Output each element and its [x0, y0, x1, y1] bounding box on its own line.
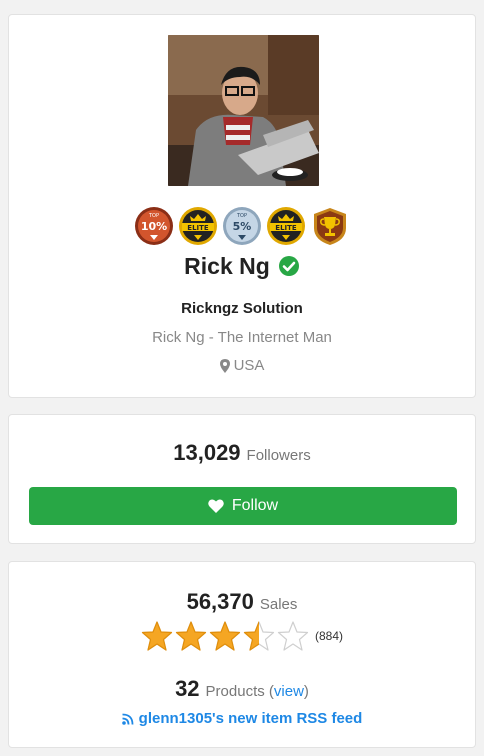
- stats-card: 56,370 Sales (884) 32 Products (view) gl…: [8, 561, 476, 748]
- author-name: Rick Ng: [184, 252, 270, 279]
- products-label: Products (view): [205, 683, 309, 700]
- follow-button[interactable]: Follow: [29, 487, 457, 525]
- verified-check-icon: [278, 256, 299, 276]
- follow-card: 13,029 Followers Follow: [8, 414, 476, 544]
- star-full-icon: [141, 621, 173, 651]
- badge-text: ELITE: [275, 224, 297, 232]
- badge-list: TOP 10% ELITE TOP 5% ELITE: [9, 206, 475, 246]
- top-10-percent-badge-icon[interactable]: TOP 10%: [134, 206, 174, 246]
- badge-text: 10%: [141, 220, 167, 233]
- badge-top-label: TOP: [148, 213, 159, 219]
- name-row: Rick Ng: [9, 251, 475, 281]
- star-full-icon: [209, 621, 241, 651]
- elite-badge-icon[interactable]: ELITE: [266, 206, 306, 246]
- company-name: Rickngz Solution: [181, 300, 303, 317]
- followers-label: Followers: [246, 447, 311, 464]
- rating-stars: (884): [9, 620, 475, 652]
- products-count: 32: [175, 676, 200, 701]
- badge-text: 5%: [233, 220, 252, 233]
- star-full-icon: [175, 621, 207, 651]
- follow-button-label: Follow: [231, 497, 279, 514]
- map-pin-icon: [219, 358, 230, 373]
- star-empty-icon: [277, 621, 309, 651]
- star-half-icon: [243, 621, 275, 651]
- rss-feed-label: glenn1305's new item RSS feed: [138, 710, 363, 727]
- avatar[interactable]: [168, 35, 319, 186]
- view-products-link[interactable]: view: [274, 683, 304, 700]
- elite-badge-icon[interactable]: ELITE: [178, 206, 218, 246]
- heart-icon: [208, 499, 224, 513]
- badge-top-label: TOP: [236, 213, 247, 219]
- products-row: 32 Products (view): [9, 676, 475, 702]
- profile-card: TOP 10% ELITE TOP 5% ELITE Rick Ng Rickn…: [8, 14, 476, 398]
- sales-row: 56,370 Sales: [9, 589, 475, 615]
- followers-count: 13,029: [173, 440, 241, 465]
- rss-feed-link[interactable]: glenn1305's new item RSS feed: [9, 710, 475, 727]
- author-tagline: Rick Ng - The Internet Man: [152, 329, 332, 346]
- sales-label: Sales: [259, 596, 298, 613]
- rss-icon: [121, 713, 134, 725]
- trophy-badge-icon[interactable]: [310, 206, 350, 246]
- location-text: USA: [233, 357, 265, 374]
- top-5-percent-badge-icon[interactable]: TOP 5%: [222, 206, 262, 246]
- badge-text: ELITE: [187, 224, 209, 232]
- location: USA: [9, 357, 475, 374]
- rating-count: (884): [314, 629, 343, 643]
- sales-count: 56,370: [186, 589, 254, 614]
- followers-row: 13,029 Followers: [9, 440, 475, 466]
